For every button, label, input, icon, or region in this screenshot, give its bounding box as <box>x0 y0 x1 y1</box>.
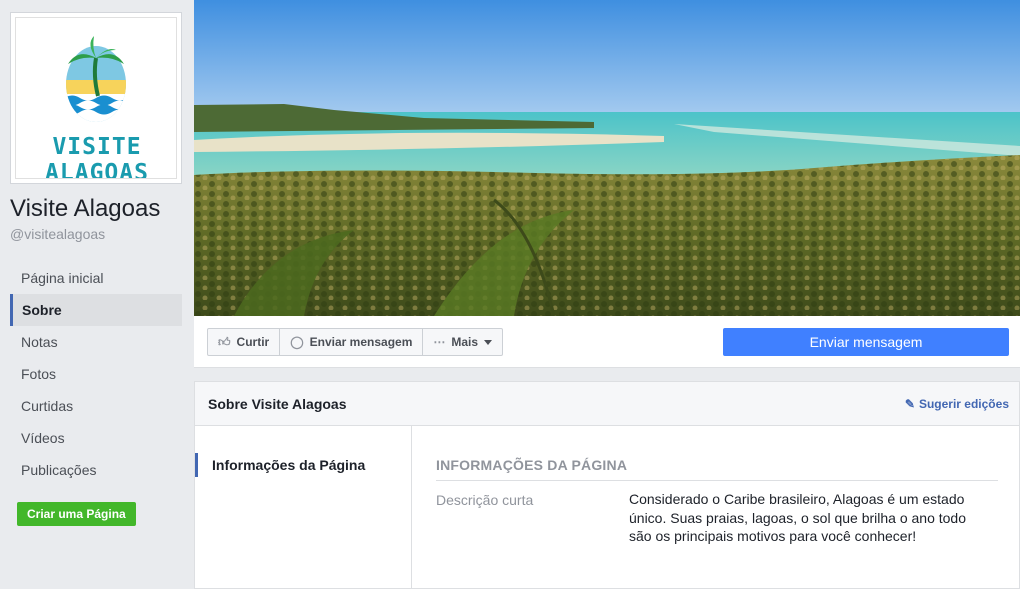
profile-picture[interactable]: VISITE ALAGOAS <box>10 12 182 184</box>
like-button[interactable]: 👍︎ Curtir <box>208 329 281 355</box>
beach-palm-grove-image <box>194 0 1020 316</box>
nav-item-videos[interactable]: Vídeos <box>10 422 182 454</box>
visite-alagoas-logo: VISITE ALAGOAS <box>15 17 177 179</box>
pencil-icon: ✎ <box>904 397 915 411</box>
about-section-nav: Informações da Página <box>195 426 412 589</box>
about-nav-page-info[interactable]: Informações da Página <box>195 453 411 477</box>
logo-wordmark: VISITE ALAGOAS <box>45 134 149 179</box>
page-actions-group: 👍︎ Curtir ◯ Enviar mensagem ⋯ Mais <box>207 328 504 356</box>
suggest-edits-link[interactable]: ✎ Sugerir edições <box>905 397 1009 411</box>
nav-item-about[interactable]: Sobre <box>10 294 182 326</box>
nav-item-notes[interactable]: Notas <box>10 326 182 358</box>
section-heading: INFORMAÇÕES DA PÁGINA <box>436 457 998 481</box>
more-button[interactable]: ⋯ Mais <box>423 329 502 355</box>
cover-photo[interactable] <box>194 0 1020 316</box>
left-sidebar: VISITE ALAGOAS Visite Alagoas @visiteala… <box>0 0 193 589</box>
about-title: Sobre Visite Alagoas <box>208 396 347 412</box>
messenger-icon: ◯ <box>290 335 304 349</box>
create-page-button[interactable]: Criar uma Página <box>17 502 136 526</box>
suggest-edits-label: Sugerir edições <box>918 397 1009 411</box>
nav-item-home[interactable]: Página inicial <box>10 262 182 294</box>
page-action-bar: 👍︎ Curtir ◯ Enviar mensagem ⋯ Mais Envia… <box>194 316 1020 368</box>
caret-down-icon <box>484 339 493 345</box>
nav-item-posts[interactable]: Publicações <box>10 454 182 486</box>
about-card: Sobre Visite Alagoas ✎ Sugerir edições In… <box>194 381 1020 589</box>
nav-item-likes[interactable]: Curtidas <box>10 390 182 422</box>
like-label: Curtir <box>236 335 270 349</box>
ellipsis-icon: ⋯ <box>433 335 446 349</box>
page-username[interactable]: @visitealagoas <box>10 226 105 242</box>
page-title[interactable]: Visite Alagoas <box>10 195 160 223</box>
thumbs-up-icon: 👍︎ <box>218 334 231 349</box>
primary-send-message-button[interactable]: Enviar mensagem <box>723 328 1009 356</box>
nav-item-photos[interactable]: Fotos <box>10 358 182 390</box>
more-label: Mais <box>451 335 479 349</box>
send-message-button[interactable]: ◯ Enviar mensagem <box>280 329 424 355</box>
short-description-label: Descrição curta <box>436 492 534 508</box>
page-navigation: Página inicial Sobre Notas Fotos Curtida… <box>10 262 182 486</box>
short-description-value: Considerado o Caribe brasileiro, Alagoas… <box>629 491 967 544</box>
send-message-label: Enviar mensagem <box>309 335 413 349</box>
about-header: Sobre Visite Alagoas ✎ Sugerir edições <box>195 382 1019 426</box>
